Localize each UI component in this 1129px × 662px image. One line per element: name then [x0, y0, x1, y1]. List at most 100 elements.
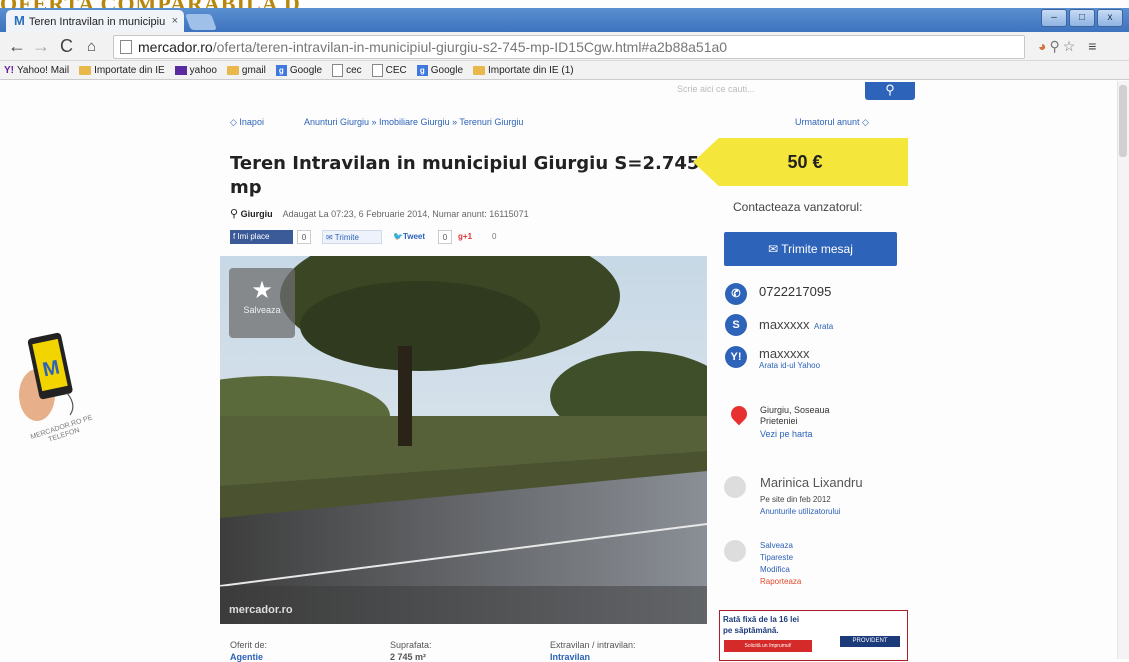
bookmark-item[interactable]: Importate din IE — [79, 65, 165, 76]
listing-location[interactable]: Giurgiu — [241, 209, 273, 219]
bookmark-star-icon[interactable]: ☆ — [1063, 38, 1079, 54]
mail-icon — [174, 65, 187, 75]
listing-added-info: Adaugat La 07:23, 6 Februarie 2014, Numa… — [282, 209, 529, 219]
browser-tab[interactable]: M Teren Intravilan in municipiu × — [6, 10, 184, 32]
envelope-icon: ✉ — [326, 233, 335, 242]
tab-close-icon[interactable]: × — [172, 10, 178, 32]
chevron-left-icon: ◇ — [230, 117, 240, 127]
tab-title: Teren Intravilan in municipiu — [28, 16, 166, 28]
tweet-count: 0 — [438, 230, 452, 244]
page-icon — [371, 63, 383, 77]
window-controls: – □ x — [1041, 9, 1123, 27]
spec-label: Suprafata: — [390, 640, 432, 650]
email-share-button[interactable]: ✉ Trimite — [322, 230, 382, 244]
bookmark-item[interactable]: CEC — [371, 63, 407, 77]
map-pin-icon — [727, 402, 751, 426]
url-path: /oferta/teren-intravilan-in-municipiul-g… — [212, 39, 728, 55]
bookmarks-bar: Y! Yahoo! Mail Importate din IE yahoo gma… — [0, 61, 1129, 80]
search-icon[interactable]: ⚲ — [1049, 38, 1062, 54]
print-action-link[interactable]: Tipareste — [760, 552, 801, 564]
close-window-icon[interactable]: x — [1097, 9, 1123, 27]
bookmark-item[interactable]: g Google — [416, 64, 463, 76]
twitter-icon: 🐦 — [393, 232, 403, 241]
bookmark-item[interactable]: yahoo — [174, 65, 217, 76]
envelope-icon: ✉ — [768, 242, 782, 256]
next-listing-link[interactable]: Urmatorul anunt ◇ — [795, 117, 869, 128]
ad-cta-button[interactable]: Solicită un împrumut! — [724, 640, 812, 652]
listing-actions: Salveaza Tipareste Modifica Raporteaza — [760, 540, 801, 588]
user-avatar-icon — [724, 476, 746, 498]
save-listing-button[interactable]: ★ Salveaza — [229, 268, 295, 338]
skype-contact: maxxxxx Arata — [759, 317, 834, 332]
mobile-app-promo-icon[interactable]: M — [15, 325, 75, 425]
view-map-link[interactable]: Vezi pe harta — [760, 429, 830, 440]
extension-icon[interactable]: ◕ — [1038, 38, 1049, 54]
ad-brand-logo: PROVIDENT — [840, 636, 900, 647]
menu-icon[interactable]: ≡ — [1088, 38, 1099, 54]
show-skype-link[interactable]: Arata — [814, 322, 833, 331]
contact-heading: Contacteaza vanzatorul: — [733, 200, 863, 214]
home-icon[interactable]: ⌂ — [87, 38, 96, 55]
bookmark-item[interactable]: gmail — [226, 65, 266, 76]
send-message-button[interactable]: ✉ Trimite mesaj — [724, 232, 897, 266]
report-action-link[interactable]: Raporteaza — [760, 576, 801, 588]
phone-icon: ✆ — [725, 283, 747, 305]
address-bar[interactable]: mercador.ro/oferta/teren-intravilan-in-m… — [113, 35, 1025, 59]
photo-watermark: mercador.ro — [229, 604, 293, 616]
save-action-link[interactable]: Salveaza — [760, 540, 801, 552]
folder-icon — [473, 65, 486, 75]
spec-label: Extravilan / intravilan: — [550, 640, 636, 650]
bookmark-item[interactable]: Importate din IE (1) — [473, 65, 574, 76]
seller-ads-link[interactable]: Anunturile utilizatorului — [760, 506, 841, 518]
new-tab-button[interactable] — [185, 14, 217, 30]
search-icon: ⚲ — [885, 82, 895, 97]
site-search-input[interactable]: Scrie aici ce cauti... — [677, 84, 755, 94]
browser-toolbar: ← → C ⌂ mercador.ro/oferta/teren-intravi… — [0, 32, 1129, 61]
listing-title: Teren Intravilan in municipiul Giurgiu S… — [230, 153, 700, 198]
edit-action-link[interactable]: Modifica — [760, 564, 801, 576]
google-icon: g — [416, 64, 428, 76]
gplus-count: 0 — [492, 232, 497, 241]
mercador-favicon-icon: M — [14, 13, 25, 28]
tweet-button[interactable]: 🐦Tweet — [393, 230, 425, 244]
minimize-icon[interactable]: – — [1041, 9, 1067, 27]
browser-tab-bar: M Teren Intravilan in municipiu × – □ x — [0, 8, 1129, 32]
folder-icon — [226, 65, 239, 75]
location-pin-icon: ⚲ — [230, 208, 239, 220]
spec-label: Oferit de: — [230, 640, 268, 650]
reload-icon[interactable]: C — [60, 36, 73, 57]
show-yahoo-link[interactable]: Arata id-ul Yahoo — [759, 361, 820, 370]
actions-icon — [724, 540, 746, 562]
chevron-right-icon: ◇ — [859, 117, 869, 127]
yahoo-contact: maxxxxx Arata id-ul Yahoo — [759, 346, 821, 370]
address-block: Giurgiu, Soseaua Prieteniei Vezi pe hart… — [760, 405, 830, 440]
yahoo-icon: Y! — [725, 346, 747, 368]
spec-value: 2 745 m² — [390, 652, 427, 662]
seller-info: Pe site din feb 2012 Anunturile utilizat… — [760, 495, 841, 518]
scrollbar-thumb[interactable] — [1119, 85, 1127, 157]
bookmark-item[interactable]: cec — [332, 63, 362, 77]
url-domain: mercador.ro — [138, 39, 213, 55]
back-link[interactable]: ◇ Inapoi — [230, 117, 264, 128]
maximize-icon[interactable]: □ — [1069, 9, 1095, 27]
forward-arrow-icon[interactable]: → — [32, 36, 50, 57]
skype-icon: S — [725, 314, 747, 336]
star-icon: ★ — [251, 277, 273, 304]
breadcrumb[interactable]: Anunturi Giurgiu » Imobiliare Giurgiu » … — [304, 117, 523, 127]
google-icon: g — [275, 64, 287, 76]
bookmark-item[interactable]: Y! Yahoo! Mail — [4, 65, 69, 76]
google-plus-button[interactable]: g+1 — [458, 230, 472, 244]
price-value: 50 € — [787, 152, 823, 172]
facebook-like-button[interactable]: f Imi place — [230, 230, 293, 244]
bookmark-item[interactable]: g Google — [275, 64, 322, 76]
like-count: 0 — [297, 230, 311, 244]
spec-value: Agentie — [230, 652, 264, 662]
listing-meta: ⚲ Giurgiu Adaugat La 07:23, 6 Februarie … — [230, 207, 529, 220]
page-icon — [120, 40, 132, 54]
phone-number: 0722217095 — [759, 284, 832, 299]
page-scrollbar[interactable] — [1117, 81, 1129, 659]
back-arrow-icon[interactable]: ← — [8, 36, 26, 57]
spec-value: Intravilan — [550, 652, 591, 662]
folder-icon — [79, 65, 92, 75]
site-search-button[interactable]: ⚲ — [865, 82, 915, 100]
